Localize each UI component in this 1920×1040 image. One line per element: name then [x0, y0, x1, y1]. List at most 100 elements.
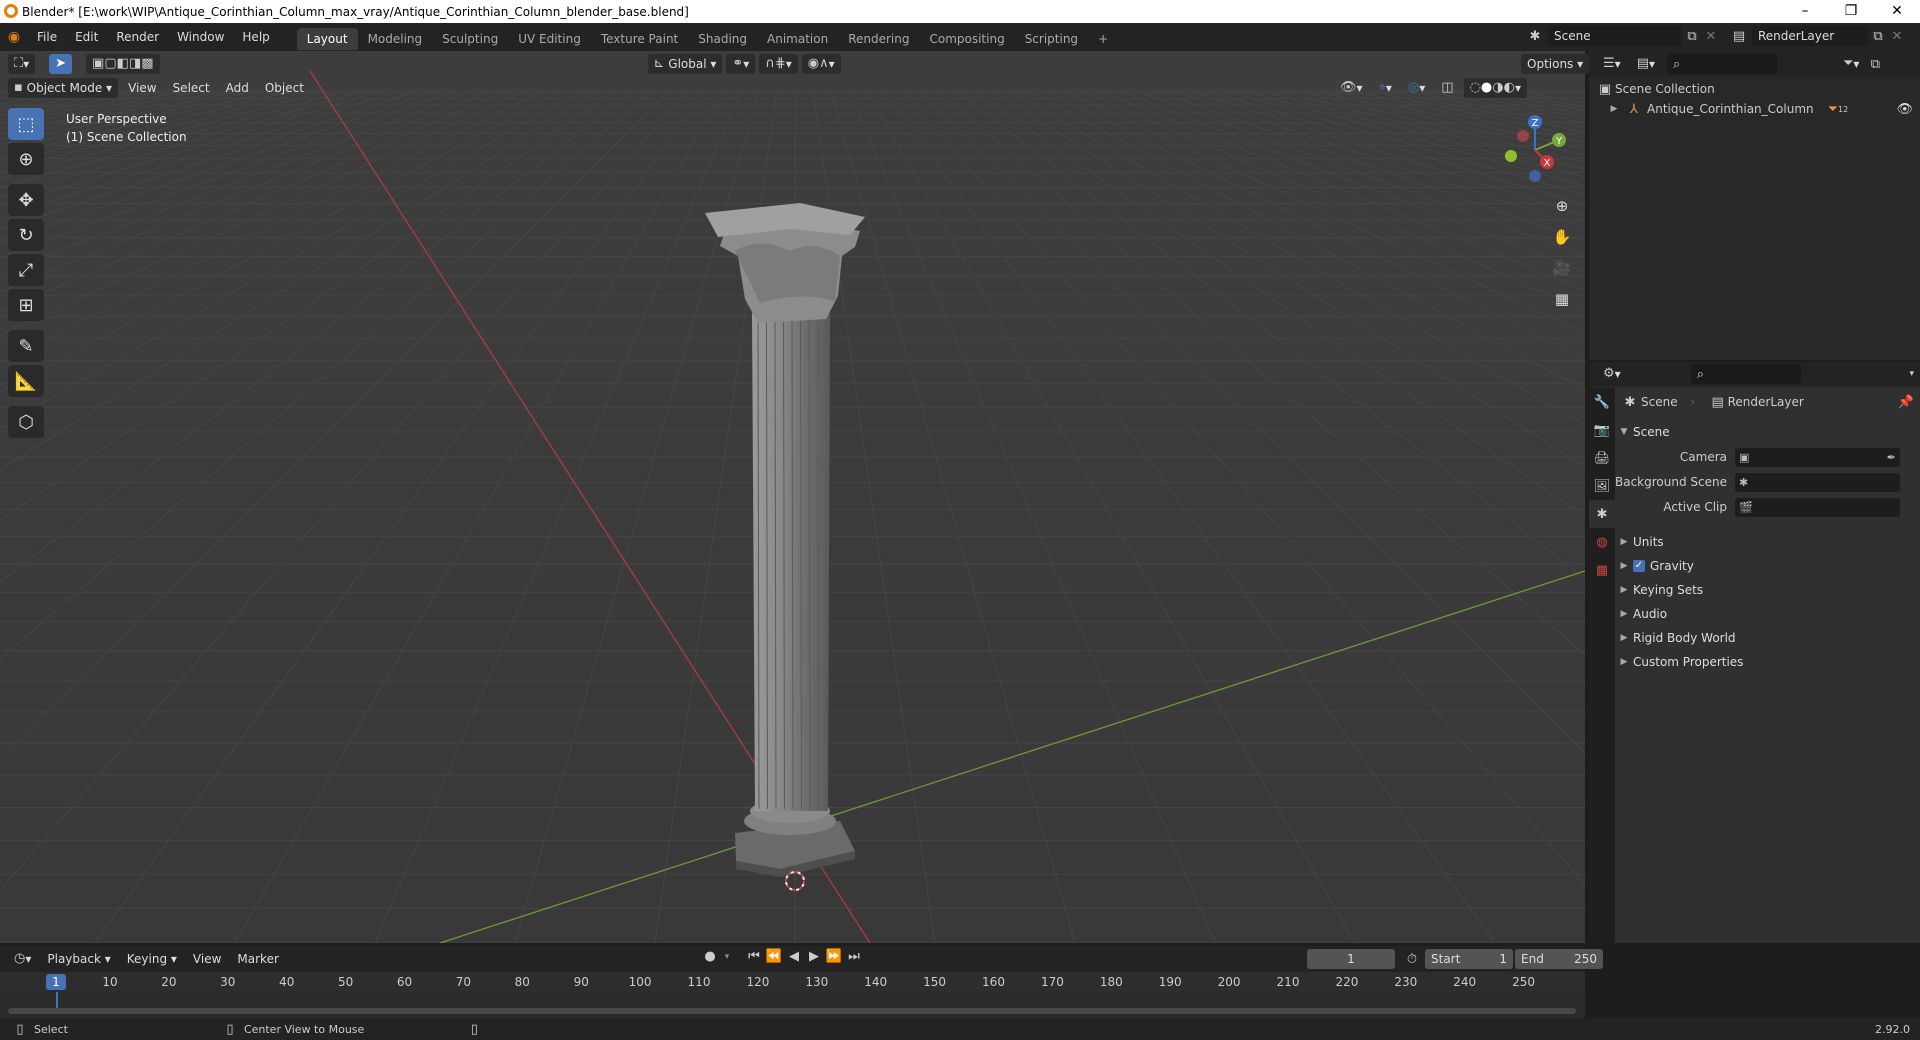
- overlay-toggle[interactable]: ◎ ▾: [1402, 78, 1431, 98]
- timeline-menu-keying[interactable]: Keying ▾: [121, 949, 183, 969]
- tab-scripting[interactable]: Scripting: [1015, 28, 1088, 50]
- tool-scale[interactable]: ⤢: [8, 254, 44, 286]
- scene-selector[interactable]: Scene: [1548, 26, 1682, 46]
- outliner-row-scene-collection[interactable]: ▣ Scene Collection: [1595, 79, 1915, 99]
- 3d-viewport[interactable]: [0, 51, 1585, 943]
- start-frame-input[interactable]: Start 1: [1425, 949, 1513, 969]
- tab-shading[interactable]: Shading: [688, 28, 757, 50]
- tool-transform[interactable]: ⊞: [8, 289, 44, 321]
- timeline-scrollbar[interactable]: [8, 1008, 1576, 1014]
- pivot-point-dropdown[interactable]: ⚭ ▾: [726, 54, 756, 74]
- xray-toggle[interactable]: ◫: [1435, 78, 1459, 98]
- proportional-edit-toggle[interactable]: ◉ ∧ ▾: [801, 54, 841, 74]
- close-button[interactable]: ✕: [1874, 0, 1920, 23]
- timeline-menu-marker[interactable]: Marker: [231, 949, 284, 969]
- background-scene-input[interactable]: ✱: [1735, 472, 1900, 492]
- panel-scene-header[interactable]: ▼ Scene: [1615, 420, 1920, 444]
- menu-file[interactable]: File: [28, 23, 66, 51]
- viewport-menu-object[interactable]: Object: [259, 78, 310, 98]
- shading-mode-buttons[interactable]: ◌ ● ◑ ◐ ▾: [1463, 78, 1527, 98]
- minimize-button[interactable]: –: [1782, 0, 1828, 23]
- blender-menu-icon[interactable]: ◉: [0, 29, 28, 45]
- tab-layout[interactable]: Layout: [296, 28, 358, 50]
- tab-world[interactable]: ◍: [1589, 528, 1615, 556]
- viewport-menu-select[interactable]: Select: [167, 78, 216, 98]
- jump-keyframe-back-icon[interactable]: ⏪: [764, 949, 784, 964]
- camera-input[interactable]: ▣ ✒: [1735, 447, 1900, 467]
- new-scene-icon[interactable]: ⧉: [1682, 29, 1702, 44]
- maximize-button[interactable]: ❐: [1828, 0, 1874, 23]
- panel-custom-properties[interactable]: ▶ Custom Properties: [1615, 650, 1920, 674]
- tab-animation[interactable]: Animation: [757, 28, 838, 50]
- transform-orientation-dropdown[interactable]: ⊾ Global ▾: [647, 54, 723, 74]
- tab-scene[interactable]: ✱: [1589, 500, 1615, 528]
- tab-texture-paint[interactable]: Texture Paint: [591, 28, 688, 50]
- tool-cursor[interactable]: ⊕: [8, 143, 44, 175]
- properties-options-icon[interactable]: ▾: [1909, 369, 1914, 379]
- properties-editor-type[interactable]: ⚙ ▾: [1597, 364, 1627, 384]
- viewport-menu-add[interactable]: Add: [220, 78, 255, 98]
- outliner-search-input[interactable]: ⌕: [1667, 54, 1778, 74]
- visibility-toggle[interactable]: 👁 ▾: [1334, 78, 1369, 98]
- tab-render[interactable]: 📷: [1589, 416, 1615, 444]
- tab-output[interactable]: 🖨: [1589, 444, 1615, 472]
- tool-measure[interactable]: 📐: [8, 365, 44, 397]
- jump-end-icon[interactable]: ⏭: [844, 949, 864, 964]
- tab-texture[interactable]: ▦: [1589, 556, 1615, 584]
- zoom-icon[interactable]: ⊕: [1548, 192, 1576, 220]
- outliner-row-object[interactable]: ▶ ⅄ Antique_Corinthian_Column ⏷ 12 👁: [1595, 99, 1915, 119]
- playhead-frame-indicator[interactable]: 1: [46, 974, 66, 990]
- tab-view-layer[interactable]: 🖼: [1589, 472, 1615, 500]
- navigation-gizmo[interactable]: Z Y X: [1495, 110, 1575, 190]
- selection-mode-buttons[interactable]: ▣ ▢ ◧ ◨ ▩: [86, 54, 160, 74]
- tool-annotate[interactable]: ✎: [8, 330, 44, 362]
- timeline-editor-type[interactable]: ◷ ▾: [8, 949, 37, 969]
- menu-edit[interactable]: Edit: [66, 23, 107, 51]
- panel-audio[interactable]: ▶ Audio: [1615, 602, 1920, 626]
- tab-rendering[interactable]: Rendering: [838, 28, 919, 50]
- remove-view-layer-icon[interactable]: ✕: [1888, 29, 1906, 44]
- eyedropper-icon[interactable]: ✒: [1887, 451, 1896, 464]
- tool-rotate[interactable]: ↻: [8, 219, 44, 251]
- eye-icon[interactable]: 👁: [1896, 102, 1913, 117]
- menu-window[interactable]: Window: [168, 23, 233, 51]
- remove-scene-icon[interactable]: ✕: [1702, 29, 1720, 44]
- view-layer-icon[interactable]: ▤: [1726, 29, 1752, 44]
- new-collection-icon[interactable]: ⧉: [1865, 57, 1885, 72]
- panel-rigid-body-world[interactable]: ▶ Rigid Body World: [1615, 626, 1920, 650]
- current-frame-input[interactable]: 1: [1307, 949, 1395, 969]
- tool-add-cube[interactable]: ⬡: [8, 406, 44, 438]
- ortho-grid-icon[interactable]: ▦: [1548, 285, 1576, 313]
- preview-range-icon[interactable]: ⏱: [1399, 952, 1425, 967]
- panel-gravity[interactable]: ▶ ✓ Gravity: [1615, 554, 1920, 578]
- pan-hand-icon[interactable]: ✋: [1548, 223, 1576, 251]
- gizmo-toggle[interactable]: ⌖ ▾: [1373, 78, 1398, 98]
- camera-view-icon[interactable]: 🎥: [1548, 254, 1576, 282]
- timeline-ruler[interactable]: 10 20 30 40 50 60 70 80 90 100 110 120 130 140 150 160 1…: [0, 972, 1585, 992]
- add-workspace-button[interactable]: +: [1088, 28, 1118, 50]
- expand-arrow-icon[interactable]: ▶: [1603, 104, 1625, 114]
- active-clip-input[interactable]: 🎬: [1735, 497, 1900, 517]
- play-icon[interactable]: ▶: [804, 949, 824, 964]
- tab-modeling[interactable]: Modeling: [358, 28, 433, 50]
- object-mode-dropdown[interactable]: ▪ Object Mode ▾: [8, 78, 119, 98]
- tool-move[interactable]: ✥: [8, 184, 44, 216]
- gravity-checkbox[interactable]: ✓: [1633, 560, 1645, 572]
- outliner-editor-type[interactable]: ☰ ▾: [1597, 54, 1627, 74]
- tool-select-box[interactable]: ⬚: [8, 108, 44, 140]
- tab-compositing[interactable]: Compositing: [919, 28, 1014, 50]
- tab-tool[interactable]: 🔧: [1589, 388, 1615, 416]
- end-frame-input[interactable]: End 250: [1515, 949, 1603, 969]
- snap-toggle[interactable]: ∩ ⋕ ▾: [759, 54, 798, 74]
- select-tool-button[interactable]: ➤: [49, 54, 73, 74]
- new-view-layer-icon[interactable]: ⧉: [1868, 29, 1888, 44]
- record-options-icon[interactable]: ▾: [720, 952, 734, 962]
- timeline-menu-view[interactable]: View: [187, 949, 227, 969]
- editor-type-button[interactable]: ⛶ ▾: [8, 54, 36, 74]
- outliner-display-mode[interactable]: ▤ ▾: [1631, 54, 1661, 74]
- tab-uv-editing[interactable]: UV Editing: [508, 28, 591, 50]
- menu-help[interactable]: Help: [233, 23, 278, 51]
- panel-keying-sets[interactable]: ▶ Keying Sets: [1615, 578, 1920, 602]
- play-reverse-icon[interactable]: ◀: [784, 949, 804, 964]
- pin-icon[interactable]: 📌: [1898, 395, 1914, 410]
